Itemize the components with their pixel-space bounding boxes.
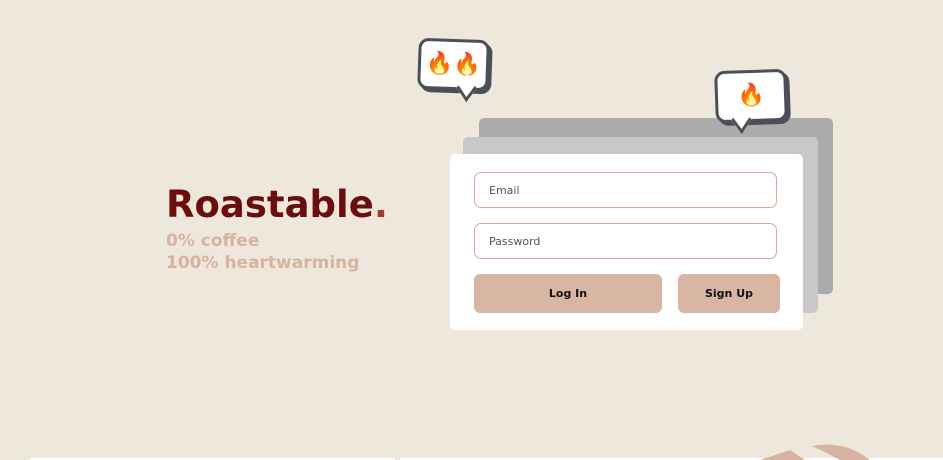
tagline-line-1: 0% coffee (166, 231, 260, 251)
password-field[interactable] (474, 223, 777, 259)
signup-button[interactable]: Sign Up (678, 274, 780, 313)
login-button[interactable]: Log In (474, 274, 662, 313)
brand-dot: . (373, 183, 388, 226)
login-card: Log In Sign Up (450, 154, 803, 330)
brand-name: Roastable (166, 183, 374, 226)
brand-title: Roastable. (166, 180, 388, 230)
speech-bubble-left: 🔥🔥 (417, 37, 490, 103)
email-field[interactable] (474, 172, 777, 208)
coffee-bean-shape (760, 450, 805, 460)
tagline-line-2: 100% heartwarming (166, 253, 360, 273)
bubble-tail (456, 73, 477, 103)
speech-bubble-right: 🔥 (714, 68, 788, 134)
coffee-bean-shape (812, 444, 870, 460)
fire-icon: 🔥🔥 (425, 50, 482, 78)
fire-icon: 🔥 (736, 82, 766, 109)
